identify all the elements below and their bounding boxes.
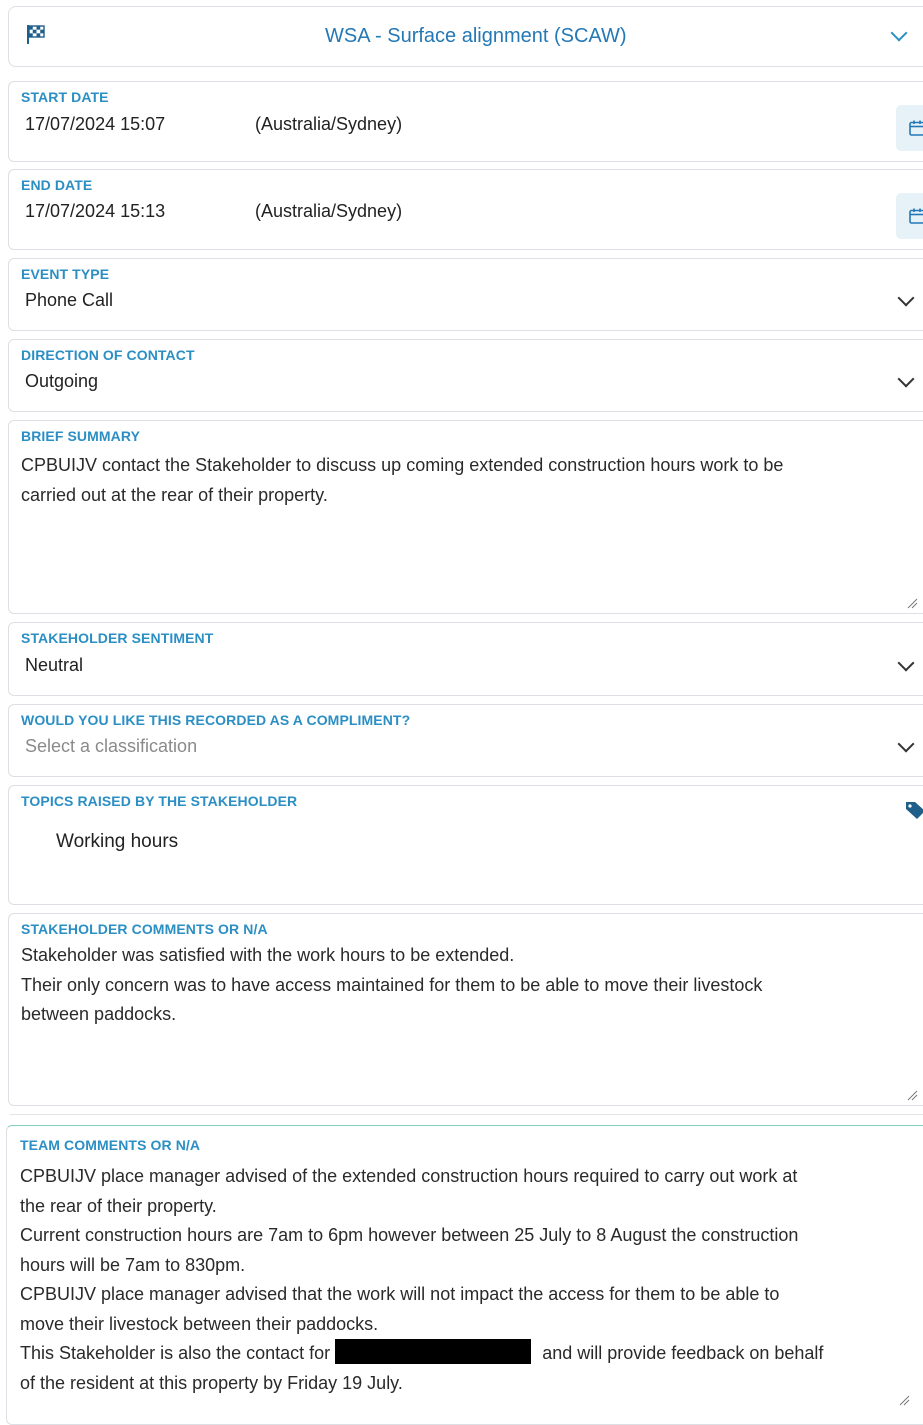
chevron-down-icon[interactable] [897, 735, 915, 753]
brief-summary-field[interactable]: BRIEF SUMMARY CPBUIJV contact the Stakeh… [8, 420, 923, 614]
start-date-label: START DATE [21, 89, 109, 105]
event-type-label: EVENT TYPE [21, 266, 110, 282]
direction-value: Outgoing [25, 371, 99, 391]
start-date-value[interactable]: 17/07/2024 15:07 [25, 114, 165, 135]
stakeholder-comments-text[interactable]: Stakeholder was satisfied with the work … [21, 941, 919, 1030]
text-line: Their only concern was to have access ma… [21, 974, 763, 995]
team-comments-text[interactable]: CPBUIJV place manager advised of the ext… [20, 1162, 917, 1398]
chevron-down-icon[interactable] [897, 289, 915, 307]
direction-label: DIRECTION OF CONTACT [21, 347, 195, 363]
compliment-select[interactable]: WOULD YOU LIKE THIS RECORDED AS A COMPLI… [8, 704, 923, 777]
team-comments-field[interactable]: TEAM COMMENTS OR N/A CPBUIJV place manag… [6, 1125, 923, 1425]
text-line: of the resident at this property by Frid… [20, 1372, 403, 1393]
brief-summary-label: BRIEF SUMMARY [21, 428, 141, 444]
tag-icon[interactable] [905, 800, 923, 825]
text-line: This Stakeholder is also the contact for… [20, 1339, 917, 1369]
stakeholder-comments-label: STAKEHOLDER COMMENTS OR N/A [21, 921, 268, 937]
text-line: CPBUIJV contact the Stakeholder to discu… [21, 455, 784, 475]
chevron-down-icon[interactable] [897, 654, 915, 672]
text-line: between paddocks. [21, 1004, 177, 1024]
end-date-timezone: (Australia/Sydney) [255, 201, 403, 221]
sentiment-label: STAKEHOLDER SENTIMENT [21, 630, 214, 646]
checkered-flag-icon [25, 23, 47, 50]
text-fragment: and will provide feedback on behalf [542, 1343, 824, 1363]
stakeholder-comments-field[interactable]: STAKEHOLDER COMMENTS OR N/A Stakeholder … [8, 913, 923, 1106]
text-line: CPBUIJV place manager advised of the ext… [20, 1166, 798, 1186]
calendar-icon[interactable] [896, 105, 923, 151]
event-type-value: Phone Call [25, 290, 114, 310]
compliment-placeholder: Select a classification [25, 736, 198, 756]
text-line: move their livestock between their paddo… [20, 1313, 379, 1334]
divider [10, 1114, 923, 1115]
text-line: hours will be 7am to 830pm. [20, 1254, 246, 1275]
text-line: CPBUIJV place manager advised that the w… [20, 1284, 780, 1304]
topics-label: TOPICS RAISED BY THE STAKEHOLDER [21, 793, 298, 809]
topics-field[interactable]: TOPICS RAISED BY THE STAKEHOLDER Working… [8, 785, 923, 905]
team-comments-label: TEAM COMMENTS OR N/A [20, 1137, 201, 1153]
start-date-timezone: (Australia/Sydney) [255, 114, 403, 134]
compliment-label: WOULD YOU LIKE THIS RECORDED AS A COMPLI… [21, 712, 411, 728]
text-line: carried out at the rear of their propert… [21, 484, 328, 505]
resize-handle-icon[interactable] [898, 1394, 910, 1406]
start-date-field[interactable]: START DATE 17/07/2024 15:07 (Australia/S… [8, 81, 923, 162]
sentiment-select[interactable]: STAKEHOLDER SENTIMENT Neutral [8, 622, 923, 696]
sentiment-value: Neutral [25, 655, 84, 675]
text-line: the rear of their property. [20, 1195, 217, 1216]
text-fragment: This Stakeholder is also the contact for [20, 1343, 331, 1363]
resize-handle-icon[interactable] [906, 1089, 918, 1101]
direction-select[interactable]: DIRECTION OF CONTACT Outgoing [8, 339, 923, 412]
resize-handle-icon[interactable] [906, 597, 918, 609]
brief-summary-text[interactable]: CPBUIJV contact the Stakeholder to discu… [21, 451, 919, 510]
topic-tag[interactable]: Working hours [56, 831, 178, 853]
calendar-icon[interactable] [896, 193, 923, 239]
end-date-value[interactable]: 17/07/2024 15:13 [25, 201, 165, 222]
text-line: Current construction hours are 7am to 6p… [20, 1225, 799, 1245]
end-date-label: END DATE [21, 177, 93, 193]
end-date-field[interactable]: END DATE 17/07/2024 15:13 (Australia/Syd… [8, 169, 923, 250]
chevron-down-icon[interactable] [890, 24, 908, 42]
event-header[interactable]: WSA - Surface alignment (SCAW) [8, 6, 923, 67]
redacted-block [335, 1339, 532, 1364]
chevron-down-icon[interactable] [897, 370, 915, 388]
event-type-select[interactable]: EVENT TYPE Phone Call [8, 258, 923, 331]
text-line: Stakeholder was satisfied with the work … [21, 945, 515, 965]
event-title: WSA - Surface alignment (SCAW) [325, 25, 627, 47]
